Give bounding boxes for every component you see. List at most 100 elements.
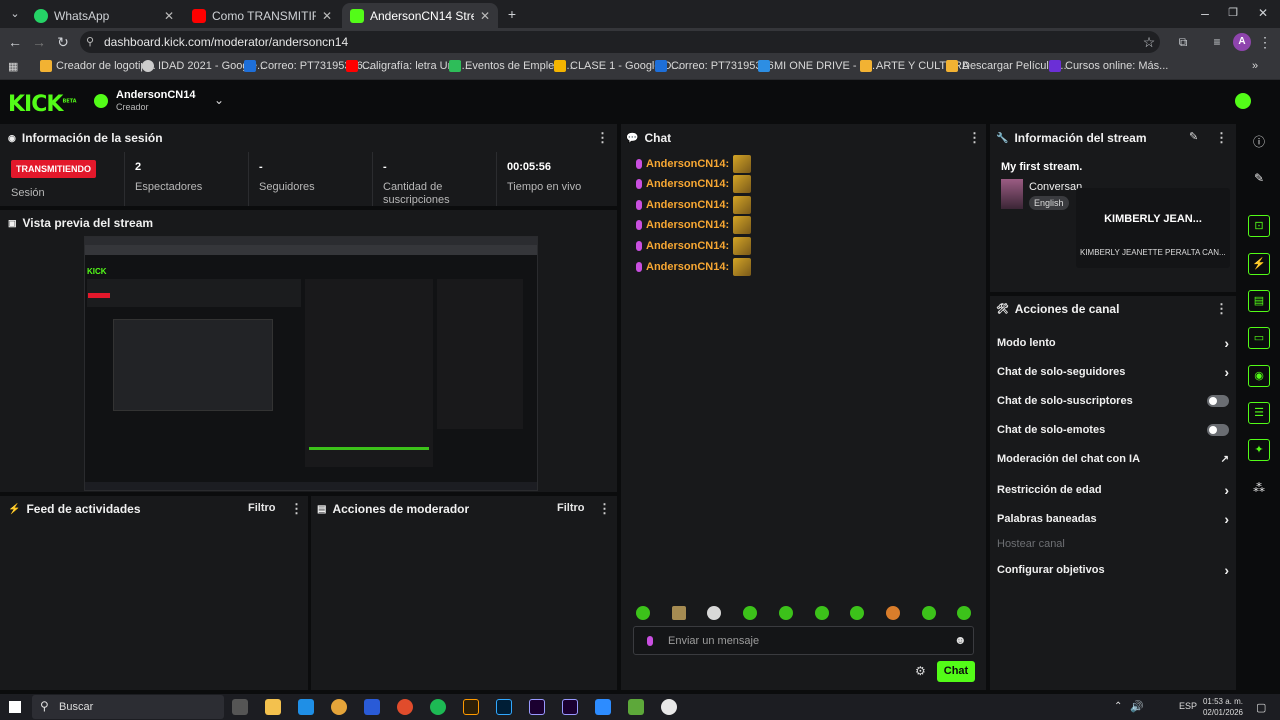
notifications-icon[interactable]: ▢ (1256, 701, 1266, 714)
chat-username[interactable]: AndersonCN14: (646, 219, 729, 231)
chat-message[interactable]: AndersonCN14: (636, 175, 752, 193)
bookmark-item[interactable]: Cursos online: Más... (1049, 60, 1168, 72)
send-chat-button[interactable]: Chat (937, 661, 975, 682)
broadcast-icon[interactable]: ◉ (1248, 365, 1270, 387)
illustrator-icon[interactable] (463, 699, 479, 715)
chat-username[interactable]: AndersonCN14: (646, 178, 729, 190)
quick-emote[interactable] (672, 606, 686, 620)
lightning-shortcut-icon[interactable]: ⚡ (1248, 253, 1270, 275)
tray-chevron-icon[interactable]: ⌃ (1114, 701, 1122, 712)
chat-username[interactable]: AndersonCN14: (646, 199, 729, 211)
session-menu-icon[interactable]: ⋮ (596, 130, 609, 146)
site-info-icon[interactable]: ⚲ (86, 31, 94, 53)
subscribers-only-toggle[interactable] (1207, 395, 1229, 407)
word-icon[interactable] (364, 699, 380, 715)
channel-avatar[interactable] (94, 94, 108, 108)
action-ai-moderation[interactable]: Moderación del chat con IA ↗ (997, 453, 1229, 465)
user-avatar[interactable] (1235, 93, 1251, 109)
category-name[interactable]: Conversan (1029, 181, 1082, 193)
clock[interactable]: 01:53 a. m. 02/01/2026 (1201, 696, 1243, 718)
close-window-button[interactable]: ✕ (1254, 4, 1272, 22)
channel-actions-menu-icon[interactable]: ⋮ (1215, 301, 1228, 317)
action-banned-words[interactable]: Palabras baneadas › (997, 511, 1229, 527)
bookmark-item[interactable]: Creador de logotip... (40, 60, 156, 72)
quick-emote[interactable] (815, 606, 829, 620)
tab-kick[interactable]: AndersonCN14 Stream - Ki ✕ (342, 3, 498, 28)
info-icon[interactable]: ⓘ (1250, 133, 1268, 151)
close-tab-icon[interactable]: ✕ (480, 9, 490, 23)
quick-emote[interactable] (850, 606, 864, 620)
clipboard-icon[interactable]: ▤ (1248, 290, 1270, 312)
after-effects-icon[interactable] (562, 699, 578, 715)
quick-emote[interactable] (886, 606, 900, 620)
pdf-app-icon[interactable] (397, 699, 413, 715)
browser-menu-icon[interactable]: ⋮ (1256, 33, 1274, 51)
reading-list-icon[interactable]: ≡ (1208, 33, 1226, 51)
quick-emote[interactable] (922, 606, 936, 620)
chat-settings-gear-icon[interactable]: ⚙ (915, 664, 926, 678)
premiere-icon[interactable] (529, 699, 545, 715)
quick-emote[interactable] (779, 606, 793, 620)
chat-message[interactable]: AndersonCN14: (636, 237, 752, 255)
tab-menu-icon[interactable]: ⌄ (6, 5, 24, 23)
forward-icon[interactable]: → (30, 33, 48, 51)
chat-message[interactable]: AndersonCN14: (636, 196, 752, 214)
emotes-only-toggle[interactable] (1207, 424, 1229, 436)
layout-icon[interactable]: ☰ (1248, 402, 1270, 424)
modactions-filter-button[interactable]: Filtro (557, 502, 585, 514)
chat-message[interactable]: AndersonCN14: (636, 155, 752, 173)
kick-logo[interactable]: KICKBETA (8, 92, 77, 117)
focus-view-icon[interactable]: ⊡ (1248, 215, 1270, 237)
channel-switcher-chevron-icon[interactable]: ⌄ (214, 93, 224, 107)
action-slow-mode[interactable]: Modo lento › (997, 335, 1229, 351)
quick-emote[interactable] (707, 606, 721, 620)
minecraft-icon[interactable] (628, 699, 644, 715)
more-bookmarks-icon[interactable]: » (1252, 60, 1258, 72)
photoshop-icon[interactable] (496, 699, 512, 715)
zoom-icon[interactable] (595, 699, 611, 715)
chat-username[interactable]: AndersonCN14: (646, 158, 729, 170)
chat-input[interactable]: Enviar un mensaje ☻ (633, 626, 974, 655)
mail-icon[interactable] (298, 699, 314, 715)
close-tab-icon[interactable]: ✕ (164, 9, 174, 23)
edit-pencil-icon[interactable]: ✎ (1189, 130, 1198, 143)
category-thumbnail[interactable] (1001, 179, 1023, 209)
chat-shortcut-icon[interactable]: ▭ (1248, 327, 1270, 349)
quick-emote[interactable] (636, 606, 650, 620)
action-followers-only[interactable]: Chat de solo-seguidores › (997, 364, 1229, 380)
new-tab-button[interactable]: + (503, 5, 521, 23)
tab-youtube[interactable]: Como TRANSMITIR en KICK de ✕ (184, 3, 340, 28)
maximize-button[interactable]: ❐ (1224, 4, 1242, 22)
stream-info-menu-icon[interactable]: ⋮ (1215, 130, 1228, 146)
action-goals[interactable]: Configurar objetivos › (997, 562, 1229, 578)
emoji-picker-icon[interactable]: ☻ (954, 633, 967, 647)
quick-emote[interactable] (743, 606, 757, 620)
activity-menu-icon[interactable]: ⋮ (290, 501, 303, 517)
chat-menu-icon[interactable]: ⋮ (968, 130, 981, 146)
activity-filter-button[interactable]: Filtro (248, 502, 276, 514)
task-view-icon[interactable] (232, 699, 248, 715)
pencil-icon[interactable]: ✎ (1250, 169, 1268, 187)
back-icon[interactable]: ← (6, 33, 24, 51)
language-indicator[interactable]: ESP (1179, 701, 1197, 711)
obs-icon[interactable] (661, 699, 677, 715)
chat-message[interactable]: AndersonCN14: (636, 258, 752, 276)
taskbar-search[interactable]: ⚲ Buscar (32, 695, 224, 719)
tab-whatsapp[interactable]: WhatsApp ✕ (26, 3, 182, 28)
wrench-shortcut-icon[interactable]: ✦ (1248, 439, 1270, 461)
apps-icon[interactable]: ⁂ (1250, 479, 1268, 497)
reload-icon[interactable]: ↻ (54, 33, 72, 51)
modactions-menu-icon[interactable]: ⋮ (598, 501, 611, 517)
profile-avatar[interactable]: A (1233, 33, 1251, 51)
quick-emote[interactable] (957, 606, 971, 620)
file-explorer-icon[interactable] (265, 699, 281, 715)
chrome-icon[interactable] (331, 699, 347, 715)
url-field[interactable]: ⚲ dashboard.kick.com/moderator/andersonc… (80, 31, 1160, 53)
extensions-icon[interactable]: ⧉ (1174, 33, 1192, 51)
action-age-restriction[interactable]: Restricción de edad › (997, 482, 1229, 498)
windows-start-icon[interactable] (9, 701, 21, 713)
chat-username[interactable]: AndersonCN14: (646, 240, 729, 252)
bookmark-star-icon[interactable]: ☆ (1140, 33, 1158, 51)
close-tab-icon[interactable]: ✕ (322, 9, 332, 23)
chat-message[interactable]: AndersonCN14: (636, 216, 752, 234)
